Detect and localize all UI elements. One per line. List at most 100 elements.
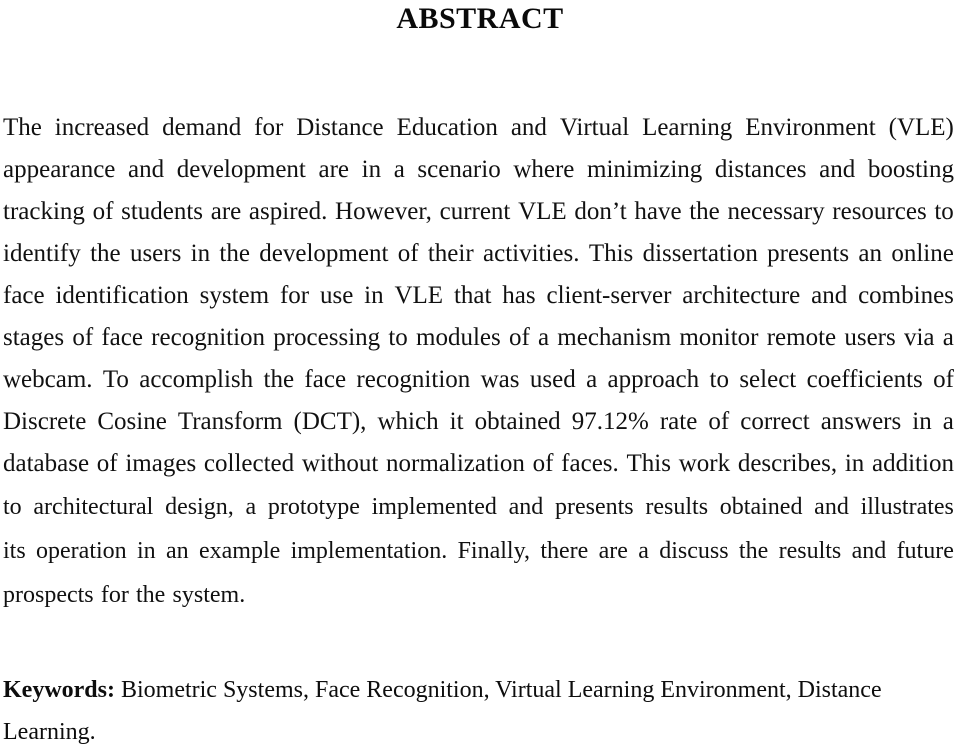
word: results bbox=[645, 494, 709, 520]
word: webcam. bbox=[3, 366, 93, 393]
word: illustrates bbox=[860, 494, 954, 520]
word: stages bbox=[3, 324, 65, 351]
word: monitor bbox=[679, 324, 759, 351]
word: describes, bbox=[737, 450, 838, 477]
word: via bbox=[903, 324, 935, 351]
word: in bbox=[361, 156, 382, 183]
word: don’t bbox=[574, 198, 627, 225]
word: architecture bbox=[682, 282, 801, 309]
word: are bbox=[210, 198, 242, 225]
word: a bbox=[537, 324, 550, 351]
text-line: stages of face recognition processing to modul… bbox=[3, 317, 954, 359]
word: a bbox=[942, 324, 954, 351]
word: to bbox=[709, 366, 729, 393]
word: system bbox=[199, 282, 270, 309]
word: of bbox=[397, 240, 419, 267]
keywords-label: Keywords: bbox=[3, 677, 121, 703]
word: to bbox=[934, 198, 954, 225]
word: and bbox=[851, 538, 887, 564]
word: in bbox=[912, 408, 932, 435]
word: it bbox=[449, 408, 464, 435]
word: its bbox=[3, 538, 26, 564]
word: and bbox=[814, 494, 849, 520]
word: 97.12% bbox=[571, 408, 649, 435]
word: implemented bbox=[371, 494, 497, 520]
abstract-paragraph: The increased demand for Distance Education an… bbox=[3, 107, 954, 617]
word: However, bbox=[335, 198, 432, 225]
word: Distance bbox=[296, 114, 384, 141]
keywords-values-line-2: Learning. bbox=[3, 719, 96, 745]
word: of bbox=[92, 198, 114, 225]
word: the bbox=[263, 366, 295, 393]
word: for bbox=[100, 582, 129, 608]
word: has bbox=[502, 282, 536, 309]
word: aspired. bbox=[248, 198, 328, 225]
word: are bbox=[598, 538, 628, 564]
word: This bbox=[626, 450, 671, 477]
word: necessary bbox=[727, 198, 825, 225]
text-line: its operation in an example implementation. Fi… bbox=[3, 529, 954, 573]
word: work bbox=[678, 450, 731, 477]
text-line: Discrete Cosine Transform (DCT), which it obta… bbox=[3, 401, 954, 443]
word: activities. bbox=[483, 240, 580, 267]
word: face bbox=[3, 282, 45, 309]
word: remote bbox=[766, 324, 837, 351]
word: operation bbox=[36, 538, 127, 564]
word: rate bbox=[659, 408, 698, 435]
abstract-page: ABSTRACT The increased demand for Distance Ed… bbox=[0, 0, 960, 753]
word: answers bbox=[820, 408, 902, 435]
word: select bbox=[739, 366, 797, 393]
word: which bbox=[377, 408, 439, 435]
text-line: prospects for the system. bbox=[3, 573, 954, 617]
word: dissertation bbox=[642, 240, 758, 267]
page-title: ABSTRACT bbox=[396, 2, 564, 35]
word: without bbox=[301, 450, 379, 477]
word: a bbox=[393, 156, 405, 183]
word: Virtual bbox=[559, 114, 630, 141]
word: distances bbox=[714, 156, 807, 183]
word: coefficients bbox=[806, 366, 923, 393]
word: presents bbox=[555, 494, 634, 520]
word: Discrete bbox=[3, 408, 87, 435]
word: prospects bbox=[3, 582, 94, 608]
word: there bbox=[540, 538, 589, 564]
word: faces. bbox=[561, 450, 619, 477]
text-line: database of images collected without normaliz… bbox=[3, 443, 954, 485]
word: tracking bbox=[3, 198, 85, 225]
text-line: The increased demand for Distance Education an… bbox=[3, 107, 954, 149]
word: Finally, bbox=[457, 538, 531, 564]
word: for bbox=[254, 114, 284, 141]
word: for bbox=[279, 282, 310, 309]
word: VLE bbox=[394, 282, 444, 309]
word: client-server bbox=[546, 282, 672, 309]
word: development bbox=[176, 156, 306, 183]
word: was bbox=[480, 366, 520, 393]
word: recognition bbox=[151, 324, 266, 351]
word: minimizing bbox=[587, 156, 703, 183]
word: online bbox=[891, 240, 954, 267]
word: correct bbox=[740, 408, 810, 435]
word: addition bbox=[872, 450, 954, 477]
word: the bbox=[738, 538, 769, 564]
text-line: tracking of students are aspired. However, cur… bbox=[3, 191, 954, 233]
word: the bbox=[689, 198, 720, 225]
word: recognition bbox=[356, 366, 471, 393]
word: Environment bbox=[745, 114, 876, 141]
word: face bbox=[101, 324, 143, 351]
word: example bbox=[198, 538, 281, 564]
word: students bbox=[121, 198, 204, 225]
word: an bbox=[165, 538, 189, 564]
text-line: identify the users in the development of their a… bbox=[3, 233, 954, 275]
word: results bbox=[778, 538, 842, 564]
word: obtained bbox=[719, 494, 803, 520]
word: of bbox=[532, 450, 554, 477]
word: where bbox=[513, 156, 575, 183]
word: This bbox=[588, 240, 634, 267]
word: processing bbox=[273, 324, 381, 351]
keywords-section: Keywords: Biometric Systems, Face Recogn… bbox=[3, 668, 954, 712]
text-line: to architectural design, a prototype implemen… bbox=[3, 485, 954, 529]
word: modules bbox=[416, 324, 501, 351]
word: an bbox=[858, 240, 882, 267]
word: to bbox=[3, 494, 22, 520]
word: VLE bbox=[518, 198, 567, 225]
